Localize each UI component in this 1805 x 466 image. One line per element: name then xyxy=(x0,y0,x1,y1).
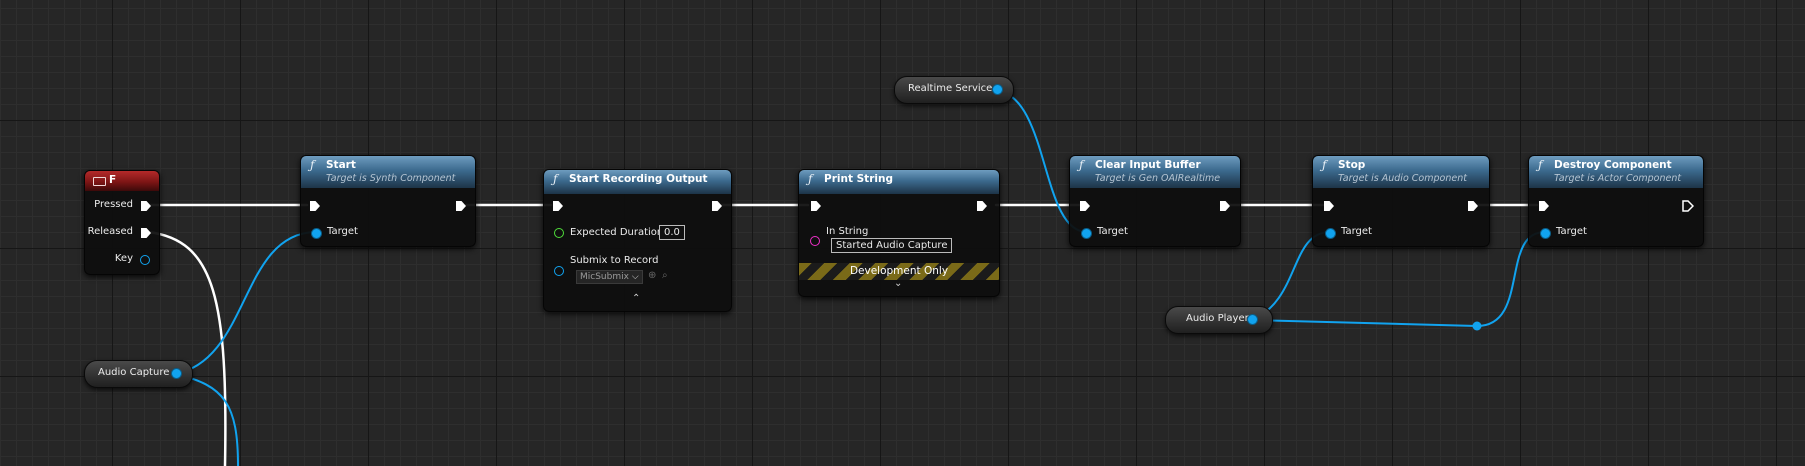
chevron-down-icon: ⌵ xyxy=(631,272,639,282)
exec-in[interactable] xyxy=(310,201,320,211)
submix-dropdown-value: MicSubmix xyxy=(580,272,629,282)
pin-label-target: Target xyxy=(1556,226,1587,237)
input-key-f-node[interactable]: F Pressed Released Key xyxy=(84,170,160,275)
realtime-service-variable-node[interactable]: Realtime Service xyxy=(894,76,1014,104)
function-icon: ƒ xyxy=(1079,158,1084,172)
node-title: Destroy Component xyxy=(1554,159,1672,171)
destroy-component-node[interactable]: ƒ Destroy Component Target is Actor Comp… xyxy=(1528,155,1704,247)
function-icon: ƒ xyxy=(1322,158,1327,172)
exec-in[interactable] xyxy=(1080,201,1090,211)
pin-in-expected-duration[interactable] xyxy=(554,228,564,238)
clear-input-buffer-node[interactable]: ƒ Clear Input Buffer Target is Gen OAIRe… xyxy=(1069,155,1241,247)
exec-out[interactable] xyxy=(1220,201,1230,211)
pin-label-key: Key xyxy=(114,253,133,264)
exec-in[interactable] xyxy=(1539,201,1549,211)
pin-label-expected-duration: Expected Duration xyxy=(570,227,664,238)
object-wire-audio-capture-down xyxy=(174,373,239,466)
start-node-header: ƒ Start Target is Synth Component xyxy=(301,156,475,188)
browse-asset-icon[interactable]: ⊕ xyxy=(648,270,656,281)
pin-in-target[interactable] xyxy=(1325,228,1336,239)
clear-input-buffer-header: ƒ Clear Input Buffer Target is Gen OAIRe… xyxy=(1070,156,1240,188)
pin-label-target: Target xyxy=(1341,226,1372,237)
keyboard-icon xyxy=(93,177,106,186)
exec-out[interactable] xyxy=(456,201,466,211)
in-string-input[interactable]: Started Audio Capture xyxy=(831,238,953,253)
exec-out[interactable] xyxy=(977,201,987,211)
collapse-chevron-icon[interactable]: ⌃ xyxy=(632,293,640,304)
function-icon: ƒ xyxy=(553,172,558,186)
pin-in-target[interactable] xyxy=(1081,228,1092,239)
variable-label: Audio Player xyxy=(1186,313,1249,324)
expected-duration-input[interactable]: 0.0 xyxy=(659,225,685,240)
function-icon: ƒ xyxy=(808,172,813,186)
reroute-knot[interactable] xyxy=(1472,321,1482,331)
function-icon: ƒ xyxy=(310,158,315,172)
node-title: Clear Input Buffer xyxy=(1095,159,1201,171)
pin-in-target[interactable] xyxy=(1540,228,1551,239)
node-title: F xyxy=(109,174,117,186)
development-only-label: Development Only xyxy=(849,265,949,277)
start-node[interactable]: ƒ Start Target is Synth Component Target xyxy=(300,155,476,247)
node-subtitle: Target is Gen OAIRealtime xyxy=(1095,173,1221,184)
pin-label-pressed: Pressed xyxy=(94,199,133,210)
submix-dropdown[interactable]: MicSubmix ⌵ xyxy=(576,270,643,284)
destroy-component-header: ƒ Destroy Component Target is Actor Comp… xyxy=(1529,156,1703,188)
pin-in-target[interactable] xyxy=(311,228,322,239)
start-recording-output-header: ƒ Start Recording Output xyxy=(544,170,731,194)
stop-node-header: ƒ Stop Target is Audio Component xyxy=(1313,156,1489,188)
pin-out-audio-player[interactable] xyxy=(1247,314,1258,325)
node-title: Start xyxy=(326,159,356,171)
function-icon: ƒ xyxy=(1538,158,1543,172)
pin-out-key[interactable] xyxy=(140,255,150,265)
object-wire-audio-capture-to-start xyxy=(174,231,316,375)
start-recording-output-node[interactable]: ƒ Start Recording Output Expected Durati… xyxy=(543,169,732,312)
exec-in[interactable] xyxy=(553,201,563,211)
print-string-node[interactable]: ƒ Print String In String Started Audio C… xyxy=(798,169,1000,297)
print-string-header: ƒ Print String xyxy=(799,170,999,194)
exec-out-released[interactable] xyxy=(141,228,151,238)
node-subtitle: Target is Actor Component xyxy=(1554,173,1682,184)
pin-label-target: Target xyxy=(327,226,358,237)
pin-out-audio-capture[interactable] xyxy=(171,368,182,379)
stop-node[interactable]: ƒ Stop Target is Audio Component Target xyxy=(1312,155,1490,247)
audio-player-variable-node[interactable]: Audio Player xyxy=(1165,306,1273,334)
pin-label-submix: Submix to Record xyxy=(570,255,659,266)
variable-label: Audio Capture xyxy=(98,367,170,378)
exec-out-unconnected[interactable] xyxy=(1682,200,1694,212)
pin-label-in-string: In String xyxy=(826,226,869,237)
input-key-f-header: F xyxy=(85,171,159,191)
node-title: Print String xyxy=(824,173,893,185)
exec-in[interactable] xyxy=(1324,201,1334,211)
pin-out-realtime-service[interactable] xyxy=(992,84,1003,95)
node-title: Start Recording Output xyxy=(569,173,708,185)
variable-label: Realtime Service xyxy=(908,83,993,94)
exec-out-pressed[interactable] xyxy=(141,201,151,211)
object-wire-player-to-reroute xyxy=(1251,319,1478,327)
pin-label-target: Target xyxy=(1097,226,1128,237)
pin-in-submix[interactable] xyxy=(554,266,564,276)
node-subtitle: Target is Audio Component xyxy=(1338,173,1467,184)
node-title: Stop xyxy=(1338,159,1366,171)
search-icon[interactable]: ⌕ xyxy=(662,270,668,281)
pin-in-in-string[interactable] xyxy=(810,236,820,246)
pin-label-released: Released xyxy=(87,226,133,237)
exec-in[interactable] xyxy=(811,201,821,211)
exec-out[interactable] xyxy=(1468,201,1478,211)
expand-chevron-icon[interactable]: ⌄ xyxy=(894,278,902,289)
exec-out[interactable] xyxy=(712,201,722,211)
audio-capture-variable-node[interactable]: Audio Capture xyxy=(84,360,193,388)
node-subtitle: Target is Synth Component xyxy=(326,173,456,184)
